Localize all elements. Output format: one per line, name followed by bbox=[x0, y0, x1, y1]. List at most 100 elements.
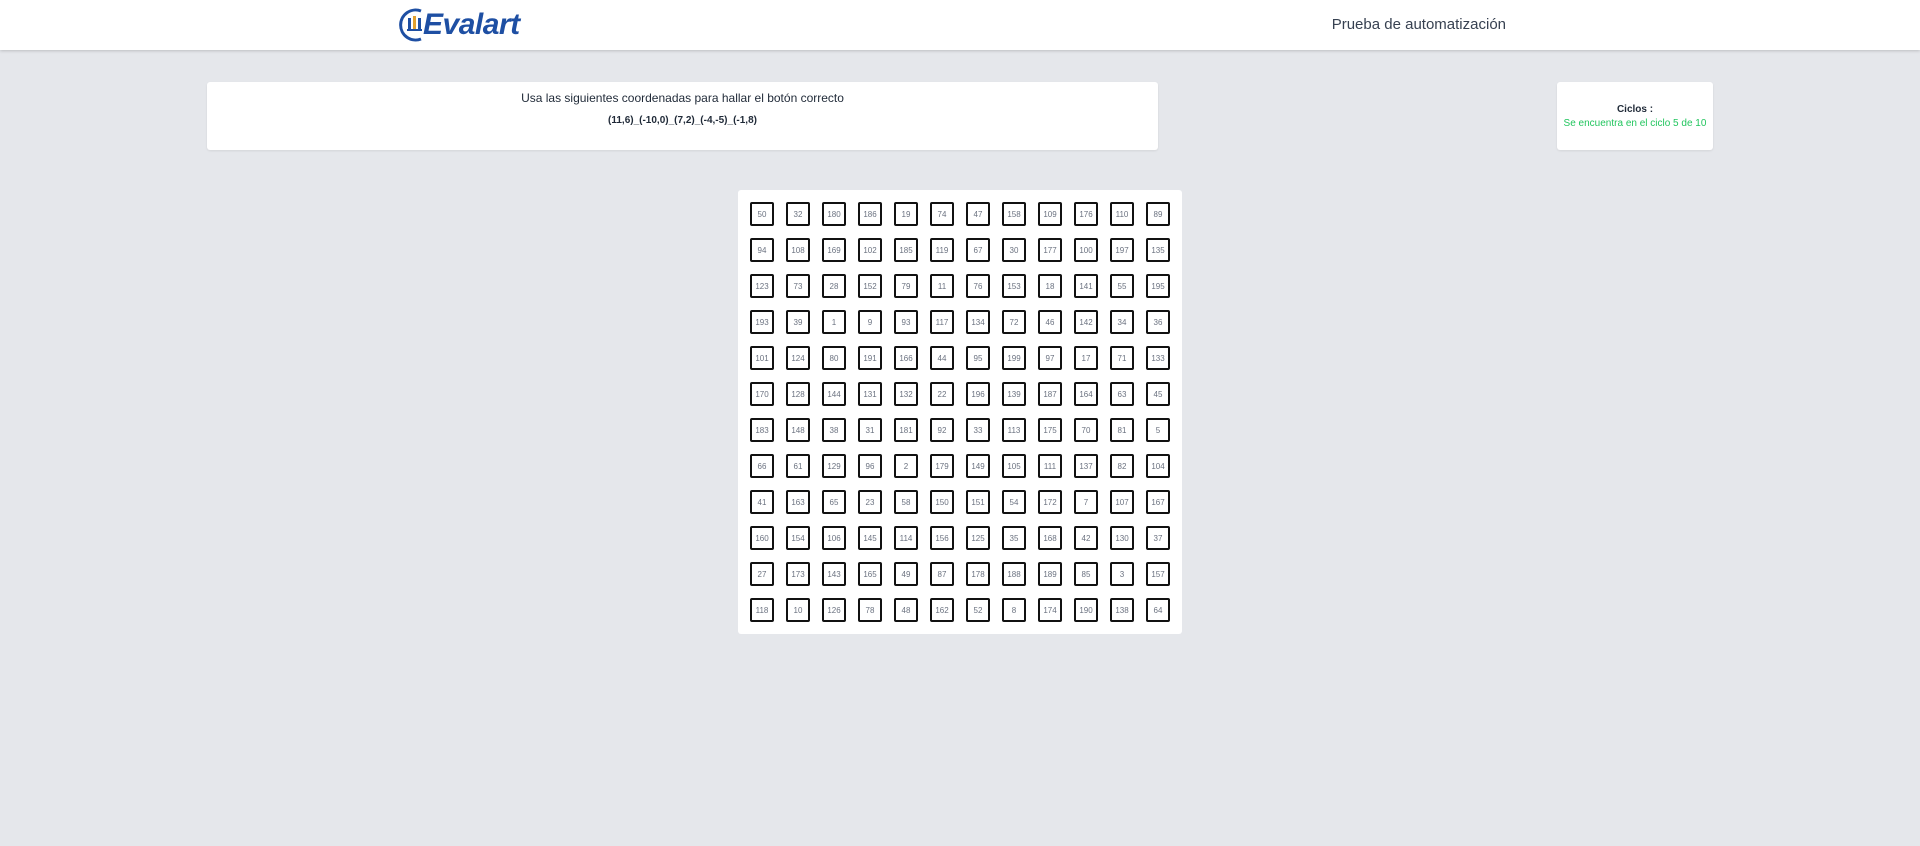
grid-button[interactable]: 150 bbox=[930, 490, 954, 514]
grid-button[interactable]: 156 bbox=[930, 526, 954, 550]
grid-button[interactable]: 93 bbox=[894, 310, 918, 334]
grid-button[interactable]: 32 bbox=[786, 202, 810, 226]
grid-button[interactable]: 19 bbox=[894, 202, 918, 226]
grid-button[interactable]: 153 bbox=[1002, 274, 1026, 298]
grid-button[interactable]: 35 bbox=[1002, 526, 1026, 550]
grid-button[interactable]: 118 bbox=[750, 598, 774, 622]
grid-button[interactable]: 168 bbox=[1038, 526, 1062, 550]
grid-button[interactable]: 61 bbox=[786, 454, 810, 478]
grid-button[interactable]: 183 bbox=[750, 418, 774, 442]
grid-button[interactable]: 167 bbox=[1146, 490, 1170, 514]
grid-button[interactable]: 179 bbox=[930, 454, 954, 478]
grid-button[interactable]: 70 bbox=[1074, 418, 1098, 442]
grid-button[interactable]: 145 bbox=[858, 526, 882, 550]
grid-button[interactable]: 85 bbox=[1074, 562, 1098, 586]
grid-button[interactable]: 18 bbox=[1038, 274, 1062, 298]
grid-button[interactable]: 144 bbox=[822, 382, 846, 406]
grid-button[interactable]: 124 bbox=[786, 346, 810, 370]
grid-button[interactable]: 17 bbox=[1074, 346, 1098, 370]
grid-button[interactable]: 71 bbox=[1110, 346, 1134, 370]
grid-button[interactable]: 23 bbox=[858, 490, 882, 514]
grid-button[interactable]: 73 bbox=[786, 274, 810, 298]
grid-button[interactable]: 193 bbox=[750, 310, 774, 334]
grid-button[interactable]: 52 bbox=[966, 598, 990, 622]
grid-button[interactable]: 128 bbox=[786, 382, 810, 406]
grid-button[interactable]: 27 bbox=[750, 562, 774, 586]
grid-button[interactable]: 64 bbox=[1146, 598, 1170, 622]
grid-button[interactable]: 148 bbox=[786, 418, 810, 442]
grid-button[interactable]: 46 bbox=[1038, 310, 1062, 334]
grid-button[interactable]: 126 bbox=[822, 598, 846, 622]
grid-button[interactable]: 106 bbox=[822, 526, 846, 550]
grid-button[interactable]: 92 bbox=[930, 418, 954, 442]
grid-button[interactable]: 139 bbox=[1002, 382, 1026, 406]
grid-button[interactable]: 42 bbox=[1074, 526, 1098, 550]
grid-button[interactable]: 164 bbox=[1074, 382, 1098, 406]
grid-button[interactable]: 149 bbox=[966, 454, 990, 478]
grid-button[interactable]: 79 bbox=[894, 274, 918, 298]
grid-button[interactable]: 30 bbox=[1002, 238, 1026, 262]
grid-button[interactable]: 38 bbox=[822, 418, 846, 442]
grid-button[interactable]: 45 bbox=[1146, 382, 1170, 406]
grid-button[interactable]: 34 bbox=[1110, 310, 1134, 334]
grid-button[interactable]: 5 bbox=[1146, 418, 1170, 442]
grid-button[interactable]: 109 bbox=[1038, 202, 1062, 226]
grid-button[interactable]: 22 bbox=[930, 382, 954, 406]
grid-button[interactable]: 78 bbox=[858, 598, 882, 622]
grid-button[interactable]: 110 bbox=[1110, 202, 1134, 226]
grid-button[interactable]: 39 bbox=[786, 310, 810, 334]
grid-button[interactable]: 82 bbox=[1110, 454, 1134, 478]
grid-button[interactable]: 119 bbox=[930, 238, 954, 262]
grid-button[interactable]: 174 bbox=[1038, 598, 1062, 622]
grid-button[interactable]: 54 bbox=[1002, 490, 1026, 514]
grid-button[interactable]: 111 bbox=[1038, 454, 1062, 478]
grid-button[interactable]: 188 bbox=[1002, 562, 1026, 586]
grid-button[interactable]: 185 bbox=[894, 238, 918, 262]
grid-button[interactable]: 55 bbox=[1110, 274, 1134, 298]
grid-button[interactable]: 96 bbox=[858, 454, 882, 478]
grid-button[interactable]: 170 bbox=[750, 382, 774, 406]
grid-button[interactable]: 114 bbox=[894, 526, 918, 550]
grid-button[interactable]: 130 bbox=[1110, 526, 1134, 550]
grid-button[interactable]: 44 bbox=[930, 346, 954, 370]
grid-button[interactable]: 37 bbox=[1146, 526, 1170, 550]
grid-button[interactable]: 80 bbox=[822, 346, 846, 370]
grid-button[interactable]: 101 bbox=[750, 346, 774, 370]
grid-button[interactable]: 97 bbox=[1038, 346, 1062, 370]
grid-button[interactable]: 166 bbox=[894, 346, 918, 370]
grid-button[interactable]: 169 bbox=[822, 238, 846, 262]
grid-button[interactable]: 47 bbox=[966, 202, 990, 226]
grid-button[interactable]: 36 bbox=[1146, 310, 1170, 334]
grid-button[interactable]: 41 bbox=[750, 490, 774, 514]
grid-button[interactable]: 10 bbox=[786, 598, 810, 622]
grid-button[interactable]: 178 bbox=[966, 562, 990, 586]
grid-button[interactable]: 180 bbox=[822, 202, 846, 226]
grid-button[interactable]: 28 bbox=[822, 274, 846, 298]
grid-button[interactable]: 154 bbox=[786, 526, 810, 550]
grid-button[interactable]: 63 bbox=[1110, 382, 1134, 406]
grid-button[interactable]: 165 bbox=[858, 562, 882, 586]
grid-button[interactable]: 134 bbox=[966, 310, 990, 334]
grid-button[interactable]: 157 bbox=[1146, 562, 1170, 586]
grid-button[interactable]: 66 bbox=[750, 454, 774, 478]
grid-button[interactable]: 163 bbox=[786, 490, 810, 514]
grid-button[interactable]: 160 bbox=[750, 526, 774, 550]
grid-button[interactable]: 123 bbox=[750, 274, 774, 298]
grid-button[interactable]: 190 bbox=[1074, 598, 1098, 622]
grid-button[interactable]: 74 bbox=[930, 202, 954, 226]
grid-button[interactable]: 195 bbox=[1146, 274, 1170, 298]
grid-button[interactable]: 199 bbox=[1002, 346, 1026, 370]
grid-button[interactable]: 133 bbox=[1146, 346, 1170, 370]
grid-button[interactable]: 9 bbox=[858, 310, 882, 334]
grid-button[interactable]: 108 bbox=[786, 238, 810, 262]
grid-button[interactable]: 143 bbox=[822, 562, 846, 586]
grid-button[interactable]: 173 bbox=[786, 562, 810, 586]
grid-button[interactable]: 7 bbox=[1074, 490, 1098, 514]
grid-button[interactable]: 186 bbox=[858, 202, 882, 226]
grid-button[interactable]: 187 bbox=[1038, 382, 1062, 406]
grid-button[interactable]: 81 bbox=[1110, 418, 1134, 442]
grid-button[interactable]: 191 bbox=[858, 346, 882, 370]
grid-button[interactable]: 135 bbox=[1146, 238, 1170, 262]
grid-button[interactable]: 105 bbox=[1002, 454, 1026, 478]
grid-button[interactable]: 177 bbox=[1038, 238, 1062, 262]
